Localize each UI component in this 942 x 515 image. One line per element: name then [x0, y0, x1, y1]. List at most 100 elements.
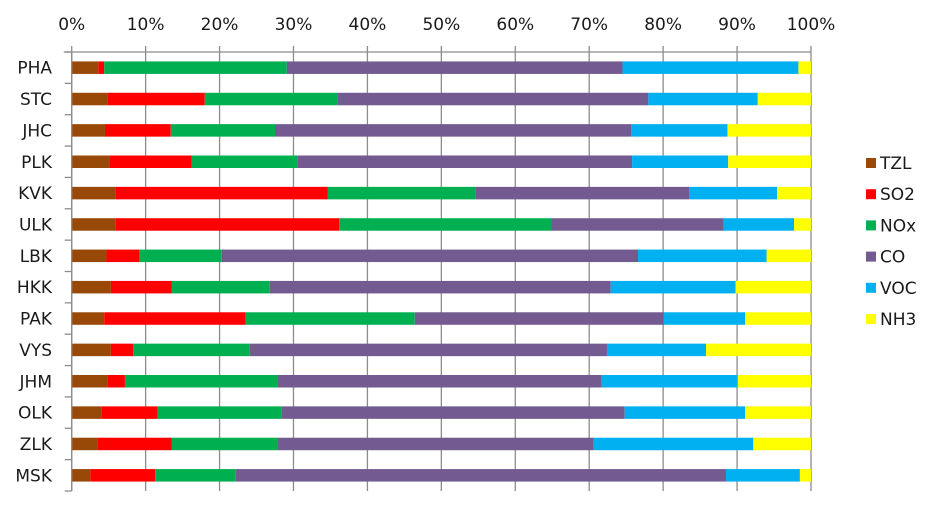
y-category-label: HKK	[17, 278, 53, 298]
bar-segment-msk-nh3	[799, 469, 811, 482]
legend-swatch-so2	[866, 189, 876, 200]
bar-segment-jhm-nox	[124, 375, 278, 388]
axes	[63, 51, 811, 492]
bar-segment-pak-voc	[663, 312, 746, 325]
legend-swatch-nox	[866, 220, 876, 231]
x-tick-label: 10%	[127, 15, 165, 35]
bar-segment-jhm-so2	[107, 375, 125, 388]
bar-segment-stc-nh3	[757, 92, 811, 106]
bar-segment-ulk-nox	[339, 218, 552, 231]
bar-segment-jhc-co	[275, 124, 632, 137]
bar-segment-ulk-co	[551, 218, 724, 231]
legend-swatch-tzl	[866, 158, 876, 168]
legend-label-nox: NOx	[880, 216, 916, 236]
bar-segment-msk-nox	[155, 469, 236, 482]
x-tick-label: 90%	[718, 15, 756, 35]
bar-segment-plk-nox	[191, 155, 298, 168]
bar-segment-hkk-co	[269, 280, 611, 294]
x-tick-label: 70%	[570, 15, 608, 35]
bar-segment-hkk-so2	[110, 280, 172, 294]
bar-segment-kvk-tzl	[71, 186, 116, 200]
legend-label-co: CO	[880, 248, 905, 268]
bar-segment-olk-co	[281, 406, 625, 419]
gridlines	[71, 46, 812, 491]
bar-segment-kvk-nh3	[776, 186, 811, 200]
bar-segment-stc-co	[337, 92, 649, 106]
bar-segment-ulk-nh3	[793, 218, 811, 231]
x-tick-label: 20%	[201, 15, 239, 35]
bar-segment-pak-so2	[104, 312, 246, 325]
bar-segment-plk-voc	[632, 155, 729, 168]
bar-segment-stc-so2	[107, 92, 205, 106]
bar-segment-msk-tzl	[71, 469, 91, 482]
legend-label-so2: SO2	[880, 185, 915, 205]
bar-segment-lbk-nox	[139, 249, 222, 263]
bar-segment-jhm-voc	[601, 375, 738, 388]
bar-segment-lbk-co	[221, 249, 639, 263]
bar-segment-jhc-nh3	[727, 124, 811, 137]
bar-segment-ulk-voc	[723, 218, 794, 231]
y-category-label: ULK	[19, 215, 53, 235]
y-category-label: PLK	[21, 153, 53, 173]
bar-segment-olk-so2	[101, 406, 158, 419]
bar-segment-zlk-nox	[171, 437, 278, 451]
bar-segment-olk-nox	[157, 406, 282, 419]
bar-segment-jhc-nox	[170, 124, 276, 137]
bar-segment-plk-co	[297, 155, 633, 168]
bar-segment-lbk-so2	[106, 249, 140, 263]
bar-segment-pak-tzl	[71, 312, 105, 325]
bar-segment-vys-nh3	[706, 343, 811, 357]
y-category-label: STC	[20, 90, 52, 110]
x-tick-label: 40%	[349, 15, 387, 35]
bar-segment-jhc-tzl	[71, 124, 105, 137]
bar-segment-stc-nox	[204, 92, 338, 106]
bar-segment-lbk-voc	[638, 249, 767, 263]
x-tick-label: 60%	[496, 15, 534, 35]
bar-segment-msk-so2	[90, 469, 156, 482]
y-category-label: KVK	[18, 184, 53, 204]
bar-segment-vys-voc	[606, 343, 707, 357]
y-category-label: ZLK	[20, 435, 53, 455]
legend: TZL SO2 NOx CO VOC NH3	[866, 154, 917, 330]
bar-segment-plk-tzl	[71, 155, 110, 168]
bar-segment-vys-co	[249, 343, 607, 357]
y-category-label: JHM	[19, 372, 52, 392]
bar-segment-pak-nox	[245, 312, 415, 325]
x-tick-label: 80%	[644, 15, 682, 35]
bar-segment-jhc-voc	[631, 124, 728, 137]
bar-segment-olk-nh3	[745, 406, 811, 419]
bar-segment-stc-voc	[648, 92, 758, 106]
bar-segment-ulk-so2	[115, 218, 340, 231]
bar-segment-zlk-so2	[97, 437, 172, 451]
y-category-label: OLK	[18, 404, 53, 424]
bar-segment-pak-co	[414, 312, 664, 325]
bar-segment-pha-nox	[104, 61, 287, 74]
stacked-bar-chart: 0% 10% 20% 30% 40% 50% 60% 70% 80% 90% 100% PHA STC…	[15, 15, 917, 492]
bar-segment-jhm-tzl	[71, 375, 108, 388]
bar-segment-zlk-nh3	[753, 437, 811, 451]
x-tick-label: 100%	[787, 15, 836, 35]
bar-segment-zlk-voc	[593, 437, 754, 451]
bar-segment-kvk-co	[475, 186, 690, 200]
bar-segment-plk-nh3	[728, 155, 811, 168]
bar-segment-pha-nh3	[798, 61, 811, 74]
bar-segment-kvk-voc	[689, 186, 777, 200]
bar-segment-jhm-co	[277, 375, 602, 388]
legend-swatch-co	[866, 251, 876, 262]
bar-segment-pha-tzl	[71, 61, 99, 74]
y-category-label: LBK	[20, 247, 53, 267]
legend-label-nh3: NH3	[880, 310, 916, 330]
bar-segment-olk-tzl	[71, 406, 102, 419]
bar-segment-hkk-nox	[171, 280, 270, 294]
legend-swatch-voc	[866, 282, 876, 293]
bar-segment-plk-so2	[109, 155, 192, 168]
bar-segment-msk-voc	[725, 469, 800, 482]
x-tick-label: 0%	[58, 15, 85, 35]
bar-segment-pha-so2	[98, 61, 105, 74]
bar-segment-jhc-so2	[104, 124, 171, 137]
bar-segment-olk-voc	[624, 406, 746, 419]
y-category-label: MSK	[15, 466, 52, 486]
x-axis-ticks: 0% 10% 20% 30% 40% 50% 60% 70% 80% 90% 100%	[58, 15, 835, 35]
bar-segment-vys-nox	[133, 343, 250, 357]
y-category-label: PAK	[20, 310, 53, 330]
